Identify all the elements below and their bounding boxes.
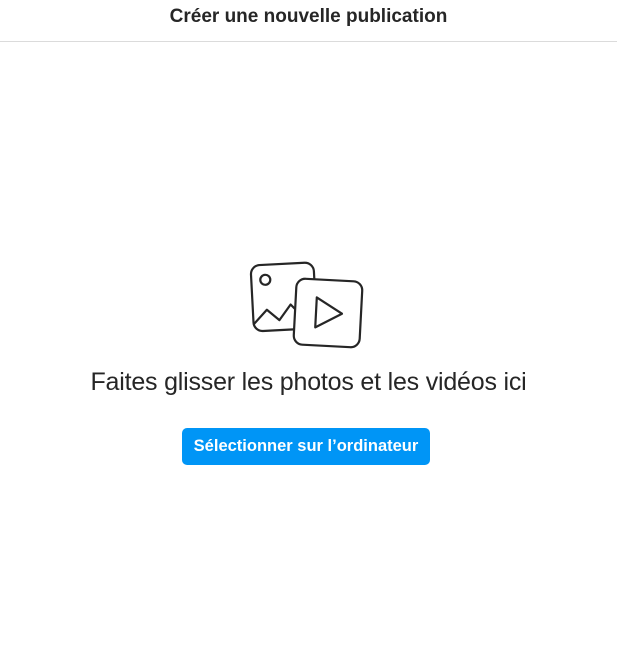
video-icon	[292, 277, 364, 349]
dialog-title: Créer une nouvelle publication	[169, 5, 448, 27]
dialog-header: Créer une nouvelle publication	[0, 0, 617, 42]
photo-video-icon	[249, 261, 364, 349]
create-post-dialog: Créer une nouvelle publication Faites gl…	[0, 0, 617, 671]
media-dropzone[interactable]: Faites glisser les photos et les vidéos …	[0, 43, 617, 671]
select-from-computer-button[interactable]: Sélectionner sur l’ordinateur	[182, 428, 430, 465]
drop-instructions: Faites glisser les photos et les vidéos …	[90, 368, 527, 396]
